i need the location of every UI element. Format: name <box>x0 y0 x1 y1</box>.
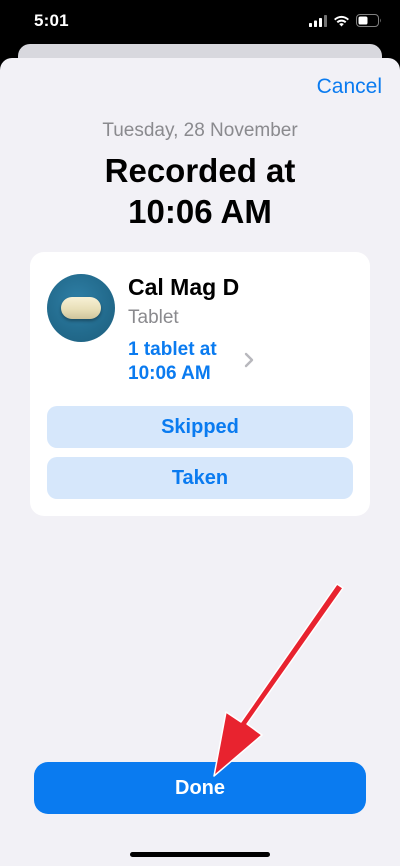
date-label: Tuesday, 28 November <box>102 120 298 141</box>
cancel-button[interactable]: Cancel <box>317 75 382 99</box>
taken-button[interactable]: Taken <box>47 457 353 499</box>
status-icons <box>309 14 382 27</box>
dose-line2: 10:06 AM <box>128 363 211 384</box>
medication-form: Tablet <box>128 307 179 328</box>
record-dose-sheet: Cancel Tuesday, 28 November Recorded at … <box>0 58 400 866</box>
skipped-button[interactable]: Skipped <box>47 406 353 448</box>
chevron-right-icon[interactable] <box>244 352 254 368</box>
page-title: Recorded at 10:06 AM <box>0 150 400 232</box>
medication-avatar <box>47 274 115 342</box>
status-time: 5:01 <box>34 11 69 30</box>
screen: 5:01 Cancel Tuesday, 28 November Recorde… <box>0 0 400 866</box>
battery-icon <box>356 14 381 27</box>
tablet-pill-icon <box>61 297 101 319</box>
dose-line1: 1 tablet at <box>128 339 217 360</box>
page-title-line1: Recorded at <box>104 152 296 189</box>
home-indicator <box>130 852 270 857</box>
cellular-signal-icon <box>309 14 327 27</box>
medication-card: Cal Mag D Tablet 1 tablet at 10:06 AM Sk… <box>30 252 370 516</box>
done-button[interactable]: Done <box>34 762 366 814</box>
dose-time-link[interactable]: 1 tablet at 10:06 AM <box>128 338 217 386</box>
wifi-icon <box>334 15 349 26</box>
medication-name: Cal Mag D <box>128 274 240 300</box>
status-bar: 5:01 <box>0 0 400 44</box>
page-title-line2: 10:06 AM <box>128 193 272 230</box>
